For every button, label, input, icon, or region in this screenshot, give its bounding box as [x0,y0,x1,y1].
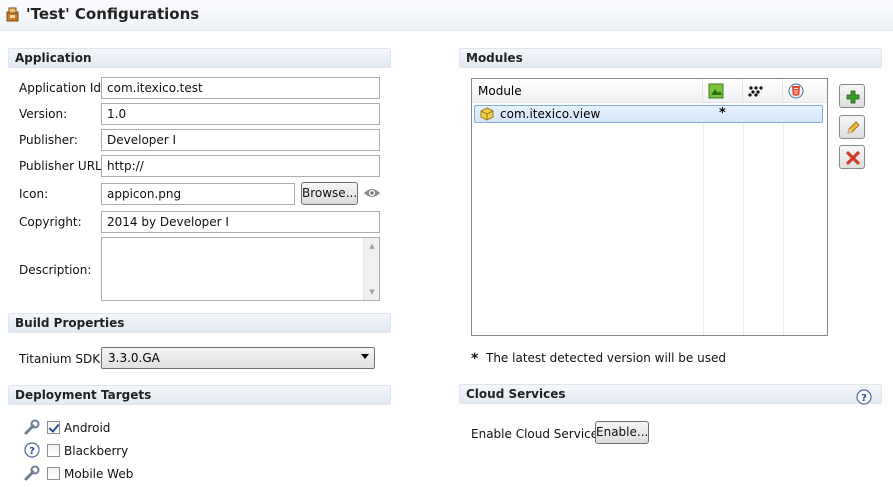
chevron-down-icon [361,354,369,359]
enable-cloud-services-button[interactable]: Enable... [595,421,649,444]
modules-section-header[interactable]: Modules [459,48,882,68]
cloud-services-section-title: Cloud Services [466,387,566,401]
modules-table-header: Module [472,79,827,103]
scroll-up-arrow-icon[interactable]: ▲ [364,238,380,254]
deployment-targets-section-header[interactable]: Deployment Targets [8,385,391,405]
version-field[interactable]: 1.0 [101,103,380,125]
module-name: com.itexico.view [500,107,601,121]
column-divider [783,103,784,335]
android-target-label: Android [64,421,111,435]
version-label: Version: [19,107,68,121]
add-module-button[interactable] [839,84,865,108]
project-config-icon [6,7,19,22]
scroll-down-arrow-icon[interactable]: ▼ [364,284,380,300]
icon-label: Icon: [19,187,49,201]
application-section-title: Application [15,51,92,65]
titanium-sdk-select[interactable]: 3.3.0.GA [101,347,375,369]
cloud-services-section-header[interactable]: Cloud Services [459,384,882,404]
pencil-icon [847,121,860,134]
module-android-version: * [719,106,726,121]
app-id-field[interactable]: com.itexico.test [101,77,380,99]
blackberry-checkbox[interactable] [47,444,60,457]
publisher-url-field[interactable]: http:// [101,155,380,177]
editor-header: 'Test' Configurations [0,0,893,31]
module-package-icon [480,107,494,121]
android-checkbox[interactable] [47,421,60,434]
add-icon [846,90,860,104]
column-divider [743,103,744,335]
copyright-label: Copyright: [19,215,82,229]
wrench-icon [24,419,40,435]
mobile-web-checkbox[interactable] [47,467,60,480]
help-icon: ? [24,442,40,458]
build-properties-section-header[interactable]: Build Properties [8,313,391,333]
column-divider [703,103,704,335]
remove-module-button[interactable] [839,145,865,169]
app-id-label: Application Id: [19,81,106,95]
module-column-header[interactable]: Module [472,79,703,103]
description-label: Description: [19,263,92,277]
blackberry-icon [748,86,763,97]
delete-icon [846,151,860,165]
svg-text:?: ? [861,393,867,404]
copyright-field[interactable]: 2014 by Developer I [101,211,380,233]
mobile-web-target-label: Mobile Web [64,467,134,481]
modules-footnote: The latest detected version will be used [486,351,726,365]
description-scrollbar[interactable]: ▲ ▼ [363,238,379,300]
android-icon [708,83,724,99]
help-icon[interactable]: ? [856,389,872,405]
publisher-field[interactable]: Developer I [101,129,380,151]
table-row[interactable]: com.itexico.view * [474,105,823,123]
edit-module-button[interactable] [839,115,865,139]
titanium-sdk-value: 3.3.0.GA [108,351,160,365]
modules-section-title: Modules [466,51,523,65]
wrench-icon [24,465,40,481]
eye-icon[interactable] [363,186,381,200]
titanium-sdk-label: Titanium SDK: [19,352,105,366]
description-textarea[interactable]: ▲ ▼ [101,237,380,301]
application-section-header[interactable]: Application [8,48,391,68]
mobileweb-column-header[interactable] [783,79,827,103]
android-column-header[interactable] [703,79,743,103]
publisher-url-label: Publisher URL: [19,159,106,173]
svg-text:?: ? [29,446,35,457]
blackberry-target-label: Blackberry [64,444,129,458]
browse-button[interactable]: Browse... [301,182,358,205]
modules-table[interactable]: Module com.itexico.view * [471,78,828,336]
html5-icon [788,83,804,99]
icon-field[interactable]: appicon.png [101,183,295,205]
enable-cloud-services-label: Enable Cloud Services: [471,427,609,441]
publisher-label: Publisher: [19,133,78,147]
footnote-marker: * [471,351,479,367]
page-title: 'Test' Configurations [26,5,200,23]
build-properties-section-title: Build Properties [15,316,125,330]
deployment-targets-section-title: Deployment Targets [15,388,152,402]
blackberry-column-header[interactable] [743,79,783,103]
